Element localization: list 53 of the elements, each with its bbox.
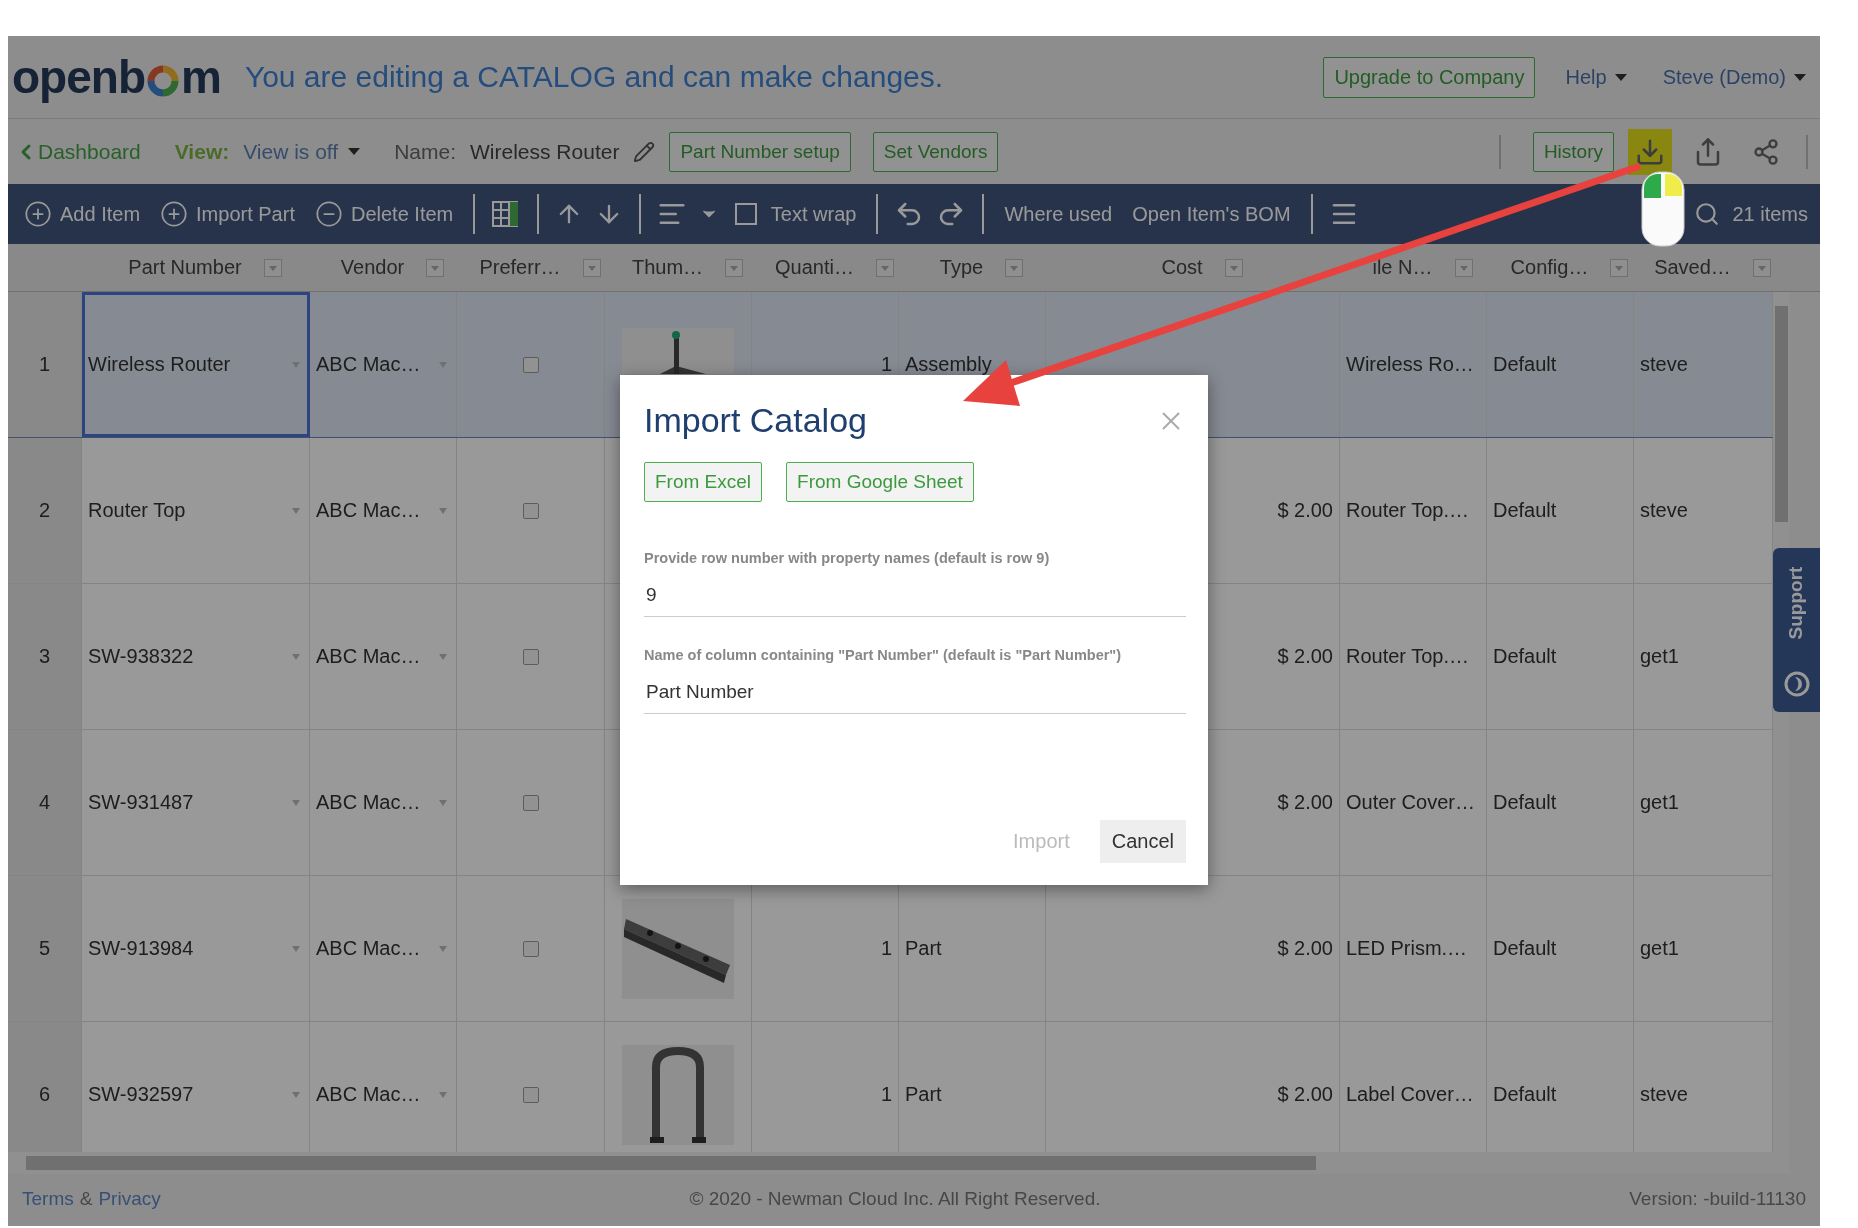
table-cell: Default [1493, 1083, 1557, 1106]
table-cell: steve [1640, 499, 1688, 522]
table-cell: Assembly [905, 353, 992, 376]
table-cell: LED Prism.… [1346, 937, 1468, 960]
table-cell: Label Cover… [1346, 1083, 1474, 1106]
name-label: Name: [394, 139, 456, 164]
table-cell: ABC Mac… [316, 353, 421, 376]
table-cell: steve [1640, 353, 1688, 376]
table-cell: get1 [1640, 791, 1679, 814]
row-number: 6 [38, 1083, 51, 1106]
item-count: 21 items [1732, 202, 1808, 226]
row-number: 4 [38, 791, 51, 814]
view-label: View: [174, 139, 230, 164]
table-cell: $ 2.00 [1277, 1083, 1333, 1106]
table-cell: ABC Mac… [316, 791, 421, 814]
ampersand-text: & [79, 1188, 93, 1210]
table-cell: steve [1640, 1083, 1688, 1106]
table-cell: Part [905, 1083, 942, 1106]
table-cell: ABC Mac… [316, 1083, 421, 1106]
row-number: 5 [38, 937, 51, 960]
table-cell: Outer Cover… [1346, 791, 1475, 814]
row-number: 2 [38, 499, 51, 522]
row-number: 1 [38, 353, 51, 376]
table-cell: 1 [880, 937, 892, 960]
table-cell: Default [1493, 353, 1557, 376]
dialog-title: Import Catalog [644, 401, 867, 440]
version-text: Version: -build-11130 [1629, 1188, 1806, 1210]
table-cell: ABC Mac… [316, 645, 421, 668]
table-cell: $ 2.00 [1277, 937, 1333, 960]
name-value: Wireless Router [470, 139, 620, 164]
table-cell: $ 2.00 [1277, 499, 1333, 522]
table-cell: Part [905, 937, 942, 960]
table-cell: Router Top.… [1346, 645, 1470, 668]
table-cell: Default [1493, 499, 1557, 522]
table-cell: Default [1493, 937, 1557, 960]
field-label: Provide row number with property names (default is row 9) [644, 550, 1051, 566]
table-cell: Router Top.… [1346, 499, 1470, 522]
table-cell: ABC Mac… [316, 937, 421, 960]
table-cell: ABC Mac… [316, 499, 421, 522]
table-cell: 1 [880, 353, 892, 376]
logo: openb m [12, 50, 221, 104]
edit-mode-text: You are editing a CATALOG and can make changes. [244, 60, 944, 94]
copyright-text: © 2020 - Newman Cloud Inc. All Right Reserved. [689, 1188, 1101, 1210]
table-cell: Default [1493, 645, 1557, 668]
table-cell: Wireless Ro… [1346, 353, 1474, 376]
row-number: 3 [38, 645, 51, 668]
table-cell: Default [1493, 791, 1557, 814]
table-cell: $ 2.00 [1277, 645, 1333, 668]
table-cell: $ 2.00 [1277, 791, 1333, 814]
table-cell: 1 [880, 1083, 892, 1106]
table-cell: get1 [1640, 645, 1679, 668]
table-cell: get1 [1640, 937, 1679, 960]
field-label: Name of column containing "Part Number" (default is "Part Number") [644, 647, 1123, 663]
